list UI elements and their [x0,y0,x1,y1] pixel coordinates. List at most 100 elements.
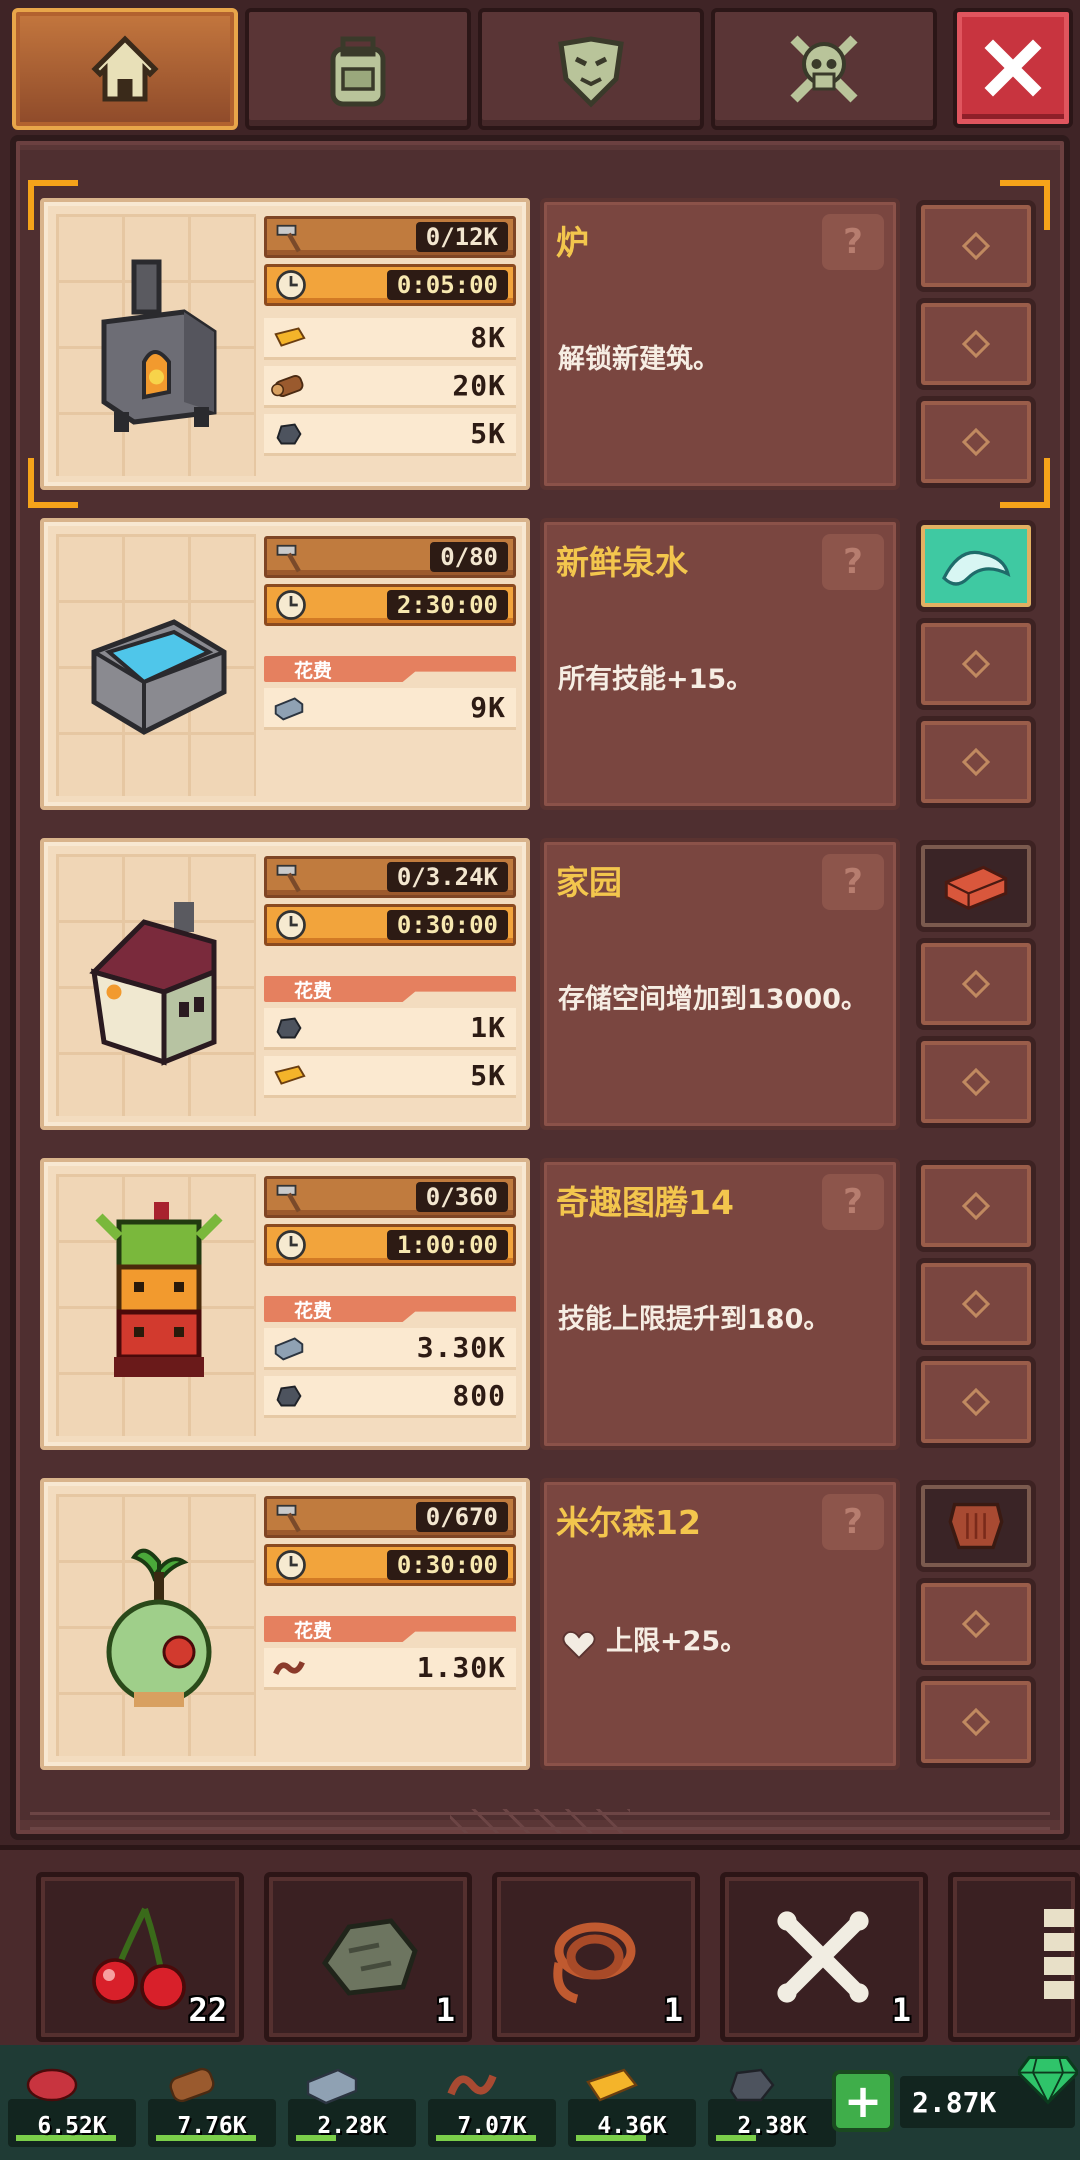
build-progress: 0/360 [264,1176,516,1218]
upgrade-slot[interactable] [916,1356,1036,1448]
upgrade-slot[interactable] [916,396,1036,488]
building-name: 家园 [556,863,622,902]
resource-cost: 20K [264,366,516,408]
inventory-bar: 22 1 1 1 [0,1845,1080,2045]
building-card[interactable]: 0/360 1:00:00 花费 3.30K 800 [40,1158,530,1450]
gold-ingot-icon [274,1064,306,1085]
cost-label: 花费 [264,1616,516,1642]
currency-value: 4.36K [597,2113,667,2139]
tab-home[interactable] [12,8,238,130]
tab-backpack[interactable] [245,8,471,130]
upgrade-slot[interactable] [916,618,1036,710]
building-name: 新鲜泉水 [556,543,688,582]
house-building-icon [89,902,217,1066]
inventory-slot[interactable]: 1 [264,1872,472,2042]
wood-log-icon [169,2067,215,2103]
building-card[interactable]: 0/670 0:30:00 花费 1.30K [40,1478,530,1770]
building-description: 炉 ? 解锁新建筑。 [540,198,900,490]
hammer-icon [276,544,301,573]
help-button[interactable]: ? [822,854,884,910]
upgrade-slot[interactable] [916,716,1036,808]
currency-value: 2.38K [737,2113,807,2139]
hammer-icon [276,224,301,253]
buy-gems-button[interactable]: + [832,2070,894,2132]
resource-amount: 1.30K [416,1651,506,1684]
leather-rope-icon [273,1660,305,1675]
leather-rope-icon [447,2074,497,2096]
tab-skull[interactable] [711,8,937,130]
upgrade-slot[interactable] [916,1036,1036,1128]
resource-amount: 5K [470,1059,506,1092]
help-button[interactable]: ? [822,1494,884,1550]
item-count: 1 [435,1991,455,2029]
upgrade-slot[interactable] [916,1160,1036,1252]
upgrade-slot[interactable] [916,298,1036,390]
upgrade-slot[interactable] [916,1676,1036,1768]
resource-cost: 8K [264,318,516,360]
building-description: 新鲜泉水 ? 所有技能+15。 [540,518,900,810]
building-description: 家园 ? 存储空间增加到13000。 [540,838,900,1130]
empty-slot-icon [961,329,991,359]
resource-amount: 1K [470,1011,506,1044]
build-time: 2:30:00 [264,584,516,626]
empty-slot-icon [961,427,991,457]
close-button[interactable] [953,8,1073,128]
upgrade-slot[interactable] [916,938,1036,1030]
empty-slot-icon [961,1191,991,1221]
inventory-slot[interactable]: 22 [36,1872,244,2042]
upgrade-slot[interactable] [916,1578,1036,1670]
building-row[interactable]: 0/80 2:30:00 花费 9K 新鲜泉水 ? 所有技能+15。 [40,518,1040,810]
inventory-slot[interactable]: 1 [720,1872,928,2042]
hammer-icon [276,1504,301,1533]
empty-slot-icon [961,1289,991,1319]
item-count: 1 [891,1991,911,2029]
inventory-slot[interactable]: 1 [492,1872,700,2042]
building-row[interactable]: 0/12K 0:05:00 8K 20K 5K 炉 ? 解锁新建筑。 [40,198,1040,490]
building-card[interactable]: 0/80 2:30:00 花费 9K [40,518,530,810]
upgrade-slot[interactable] [916,1480,1036,1572]
cost-label: 花费 [264,656,516,682]
resource-cost: 5K [264,1056,516,1098]
rope-icon [553,1922,636,2004]
building-card[interactable]: 0/12K 0:05:00 8K 20K 5K [40,198,530,490]
building-card[interactable]: 0/3.24K 0:30:00 花费 1K 5K [40,838,530,1130]
building-row[interactable]: 0/360 1:00:00 花费 3.30K 800 奇趣图腾14 ? 技能上限… [40,1158,1040,1450]
upgrade-slot[interactable] [916,520,1036,612]
time-value: 0:30:00 [386,1550,508,1580]
stone-icon [276,1384,302,1406]
build-time: 0:30:00 [264,904,516,946]
building-row[interactable]: 0/670 0:30:00 花费 1.30K 米尔森12 ? 上限+25。 [40,1478,1040,1770]
upgrade-slot[interactable] [916,200,1036,292]
gold-ingot-icon [586,2068,638,2102]
building-description: 奇趣图腾14 ? 技能上限提升到180。 [540,1158,900,1450]
stone-icon [276,422,302,444]
demon-shield-icon [558,36,624,108]
help-button[interactable]: ? [822,214,884,270]
currency-value: 7.07K [457,2113,527,2139]
resource-amount: 800 [452,1379,506,1412]
building-name: 奇趣图腾14 [556,1183,734,1222]
progress-value: 0/670 [415,1502,508,1532]
upgrade-slot[interactable] [916,840,1036,932]
resource-amount: 9K [470,691,506,724]
iron-ingot-icon [274,696,304,720]
wood-log-icon [271,374,304,397]
resource-cost: 1K [264,1008,516,1050]
tab-shield[interactable] [478,8,704,130]
time-value: 0:05:00 [386,270,508,300]
upgrade-slot[interactable] [916,1258,1036,1350]
currency-iron: 2.28K [288,2063,418,2155]
ore-rock-icon [322,1918,418,1996]
build-progress: 0/80 [264,536,516,578]
effect-text: 存储空间增加到13000。 [558,984,868,1015]
stone-icon [276,1016,302,1038]
help-button[interactable]: ? [822,534,884,590]
building-row[interactable]: 0/3.24K 0:30:00 花费 1K 5K 家园 ? 存储空间增加到130… [40,838,1040,1130]
effect-text: 技能上限提升到180。 [558,1304,831,1335]
progress-value: 0/12K [415,222,508,252]
item-count: 22 [188,1991,227,2029]
game-screen: 0/12K 0:05:00 8K 20K 5K 炉 ? 解锁新建筑。 0/80 … [0,0,1080,2160]
inventory-slot[interactable] [948,1872,1080,2042]
help-button[interactable]: ? [822,1174,884,1230]
building-name: 米尔森12 [556,1503,701,1542]
